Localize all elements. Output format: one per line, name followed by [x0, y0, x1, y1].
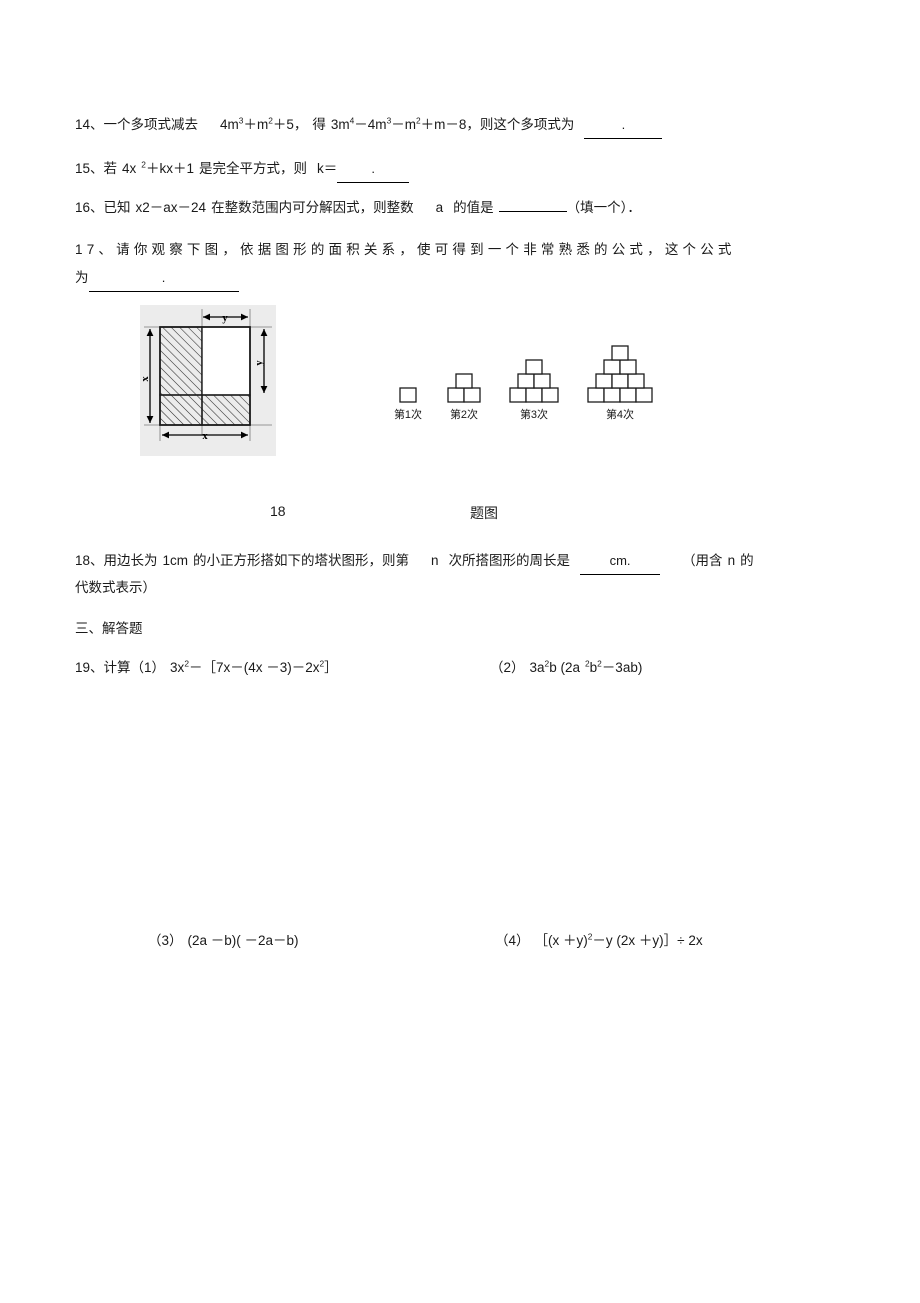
q17-line2-prefix: 为 — [75, 270, 89, 285]
q14-expr2-b5: 8， — [458, 117, 480, 132]
q16-number: 16、 — [75, 200, 104, 215]
q19-part3-tag: （3） — [148, 933, 183, 948]
q15-answer-blank[interactable]: . — [337, 157, 410, 183]
q14-text-c: 则这个多项式为 — [479, 117, 575, 132]
question-19-part4: （4） ［(x ＋y)2－y (2x ＋y)］÷ 2x — [495, 928, 703, 954]
q19-label: 计算 — [103, 660, 131, 675]
question-15: 15、若 4x 2＋kx＋1 是完全平方式，则 k＝. — [75, 156, 410, 183]
q14-expr1-base1: 4m — [220, 117, 239, 132]
q18-text-a: 用边长为 — [103, 553, 158, 568]
figure-caption-suffix: 题图 — [470, 505, 498, 521]
q19-part1-end: ］ — [324, 660, 338, 675]
q18-var2: n — [727, 553, 736, 568]
q15-text-a: 若 — [103, 161, 118, 176]
q14-expr1-op1: ＋ — [243, 117, 257, 132]
q18-text-d: （用含 — [682, 553, 723, 568]
q14-expr2-b2: 4m — [367, 117, 387, 132]
q17-answer-blank[interactable]: . — [88, 266, 239, 292]
q19-part1-tag: （1） — [130, 660, 166, 675]
q19-part4-a: ［(x ＋y) — [534, 933, 588, 948]
q19-part2-d: －3ab) — [601, 660, 643, 675]
q19-part1-b1: 3x — [170, 660, 185, 675]
question-18-line2: 代数式表示） — [75, 575, 156, 601]
q14-text-a: 一个多项式减去 — [103, 117, 199, 132]
q16-text-b: 在整数范围内可分解因式，则整数 — [211, 200, 414, 215]
q18-text-c: 次所搭图形的周长是 — [448, 553, 571, 568]
q18-len: 1cm — [162, 553, 189, 568]
figure-17-area-square: y y x x — [140, 305, 276, 456]
q14-expr2-b3: m — [404, 117, 416, 132]
question-19-part3: （3） (2a －b)( －2a－b) — [148, 928, 299, 954]
q18-var: n — [431, 553, 439, 568]
q17-text: 请你观察下图，依据图形的面积关系，使可得到一个非常熟悉的公式，这个公式 — [116, 242, 736, 257]
q18-text-e: 的 — [740, 553, 754, 568]
section-heading-label: 三、解答题 — [75, 621, 143, 636]
q16-var: a — [435, 200, 444, 215]
q19-part2-tag: （2） — [490, 660, 525, 675]
q19-part4-b: －y (2x ＋y)］÷ 2x — [592, 933, 703, 948]
figure-18-towers: 第1次 第2次 第3次 第4次 — [394, 345, 653, 421]
q19-part1-mid: －［7x－(4x －3)－2x — [188, 660, 320, 675]
q18-line2: 代数式表示） — [75, 580, 156, 595]
q14-expr2-o4: － — [445, 117, 459, 132]
figure-17-label-top: y — [222, 313, 228, 324]
q14-expr2-b1: 3m — [330, 117, 350, 132]
q14-expr2-o1: － — [354, 117, 368, 132]
figure-17-label-right: y — [254, 360, 265, 366]
tower-2 — [447, 373, 481, 403]
q14-expr1-tail: 5， — [286, 117, 308, 132]
figure-caption-number: 18 — [270, 503, 286, 519]
q18-text-b: 的小正方形搭如下的塔状图形，则第 — [193, 553, 410, 568]
q19-part2-b: b (2a — [549, 660, 580, 675]
q16-expr: x2－ax－24 — [135, 200, 207, 215]
question-19-part1: 19、计算（1） 3x2－［7x－(4x －3)－2x2］ — [75, 655, 338, 681]
q14-expr2-o3: ＋ — [420, 117, 435, 132]
figure-17-label-left: x — [140, 376, 151, 382]
q16-text-c: 的值是 — [453, 200, 494, 215]
question-18: 18、用边长为 1cm 的小正方形搭如下的塔状图形，则第 n 次所搭图形的周长是 cm. （… — [75, 548, 754, 575]
q16-answer-blank[interactable] — [498, 211, 567, 212]
q14-expr2-o2: － — [391, 117, 405, 132]
q14-expr2-b4: m — [434, 117, 446, 132]
q19-part4-tag: （4） — [495, 933, 530, 948]
q14-number: 14、 — [75, 117, 104, 132]
q19-number: 19、 — [75, 660, 104, 675]
question-16: 16、已知 x2－ax－24 在整数范围内可分解因式，则整数 a 的值是 （填一个）． — [75, 195, 641, 221]
tower-3 — [509, 359, 559, 403]
q15-expr-b1: 4x — [122, 161, 137, 176]
q15-text-c: k＝ — [316, 161, 338, 176]
q14-expr1-op2: ＋ — [272, 117, 287, 132]
worksheet-page: 14、一个多项式减去 4m3＋m2＋5，得 3m4－4m3－m2＋m－8，则这个多项… — [0, 0, 920, 1303]
q14-answer-blank[interactable]: . — [584, 113, 663, 139]
q16-text-a: 已知 — [103, 200, 131, 215]
tower-3-label: 第3次 — [520, 407, 548, 421]
tower-4-label: 第4次 — [606, 407, 634, 421]
figure-17-label-bottom: x — [202, 431, 208, 442]
q14-expr1-base2: m — [256, 117, 269, 132]
question-19-part2: （2） 3a2b (2a 2b2－3ab) — [490, 655, 642, 681]
q15-text-b: 是完全平方式，则 — [198, 161, 307, 176]
q14-text-b: 得 — [312, 117, 326, 132]
q16-text-d: （填一个）． — [566, 200, 641, 215]
q19-part3-expr: (2a －b)( －2a－b) — [187, 933, 299, 948]
q17-number: 17、 — [75, 242, 117, 257]
question-17: 17、请你观察下图，依据图形的面积关系，使可得到一个非常熟悉的公式，这个公式 — [75, 237, 875, 263]
q15-expr-rest: ＋kx＋1 — [145, 161, 194, 176]
question-17-line2: 为. — [75, 265, 239, 292]
tower-2-label: 第2次 — [450, 407, 478, 421]
tower-1 — [399, 387, 417, 403]
tower-4 — [587, 345, 653, 403]
question-14: 14、一个多项式减去 4m3＋m2＋5，得 3m4－4m3－m2＋m－8，则这个多项… — [75, 112, 663, 139]
q19-part2-a: 3a — [529, 660, 545, 675]
section-heading: 三、解答题 — [75, 617, 143, 637]
tower-1-label: 第1次 — [394, 407, 422, 421]
q18-answer-blank[interactable]: cm. — [580, 549, 661, 575]
q18-number: 18、 — [75, 553, 104, 568]
q15-number: 15、 — [75, 161, 104, 176]
